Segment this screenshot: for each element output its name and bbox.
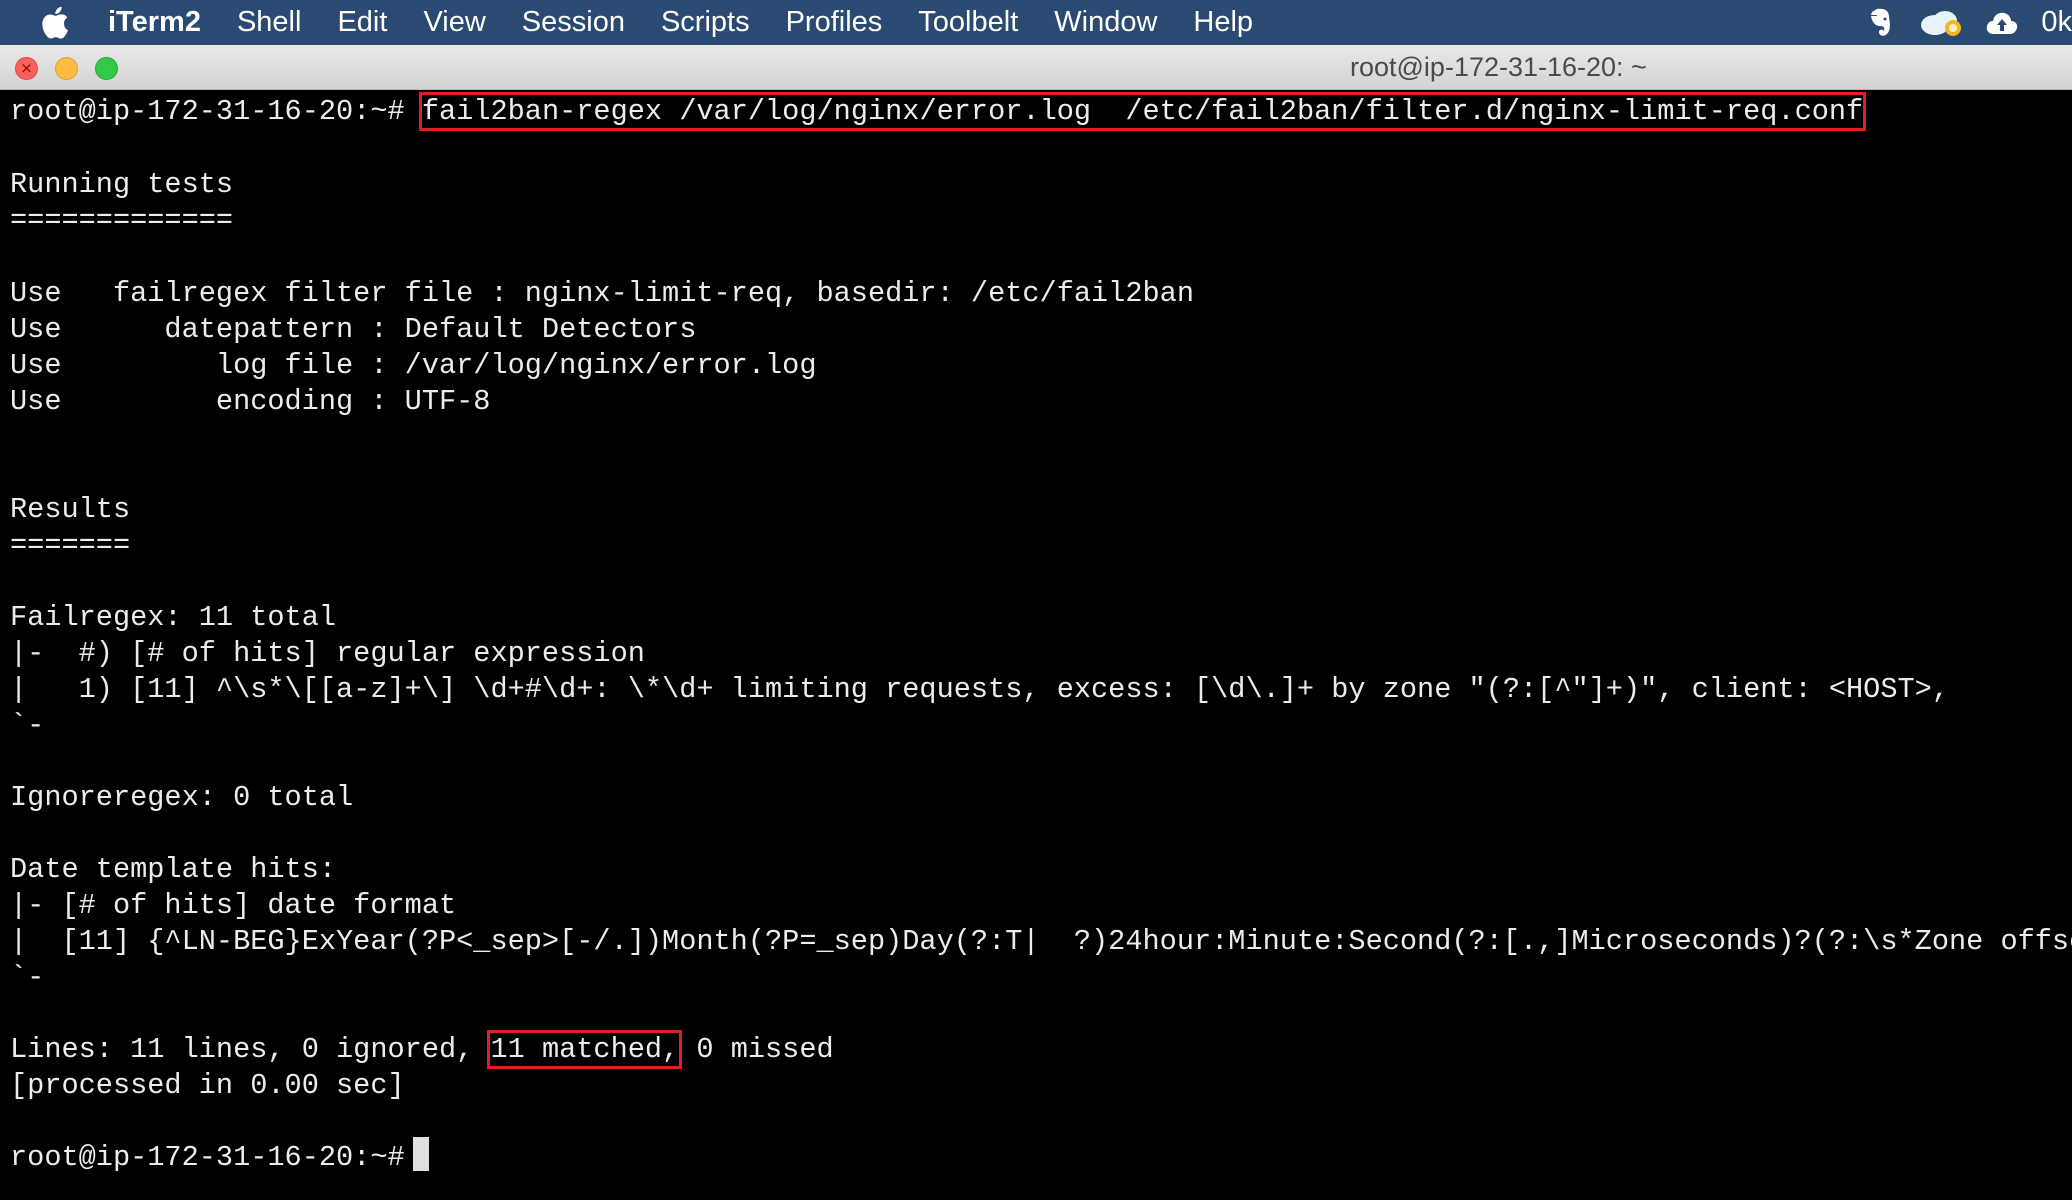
prompt: root@ip-172-31-16-20:~# xyxy=(10,95,405,128)
cloud-weather-icon[interactable] xyxy=(1919,8,1963,38)
cloud-upload-icon[interactable] xyxy=(1985,8,2019,38)
menu-window[interactable]: Window xyxy=(1054,6,1157,39)
highlighted-matched: 11 matched, xyxy=(487,1030,683,1069)
use-line-encoding: Use encoding : UTF-8 xyxy=(10,385,491,418)
maximize-window-button[interactable] xyxy=(95,57,118,80)
results-heading: Results xyxy=(10,493,131,526)
date-template-hits: Date template hits: xyxy=(10,853,337,886)
use-line-logfile: Use log file : /var/log/nginx/error.log xyxy=(10,349,817,382)
lines-prefix: Lines: 11 lines, 0 ignored, xyxy=(10,1033,474,1066)
command-line: root@ip-172-31-16-20:~# fail2ban-regex /… xyxy=(10,92,1867,131)
failregex-end: `- xyxy=(10,709,45,742)
window-title-bar[interactable]: × root@ip-172-31-16-20: ~ xyxy=(0,45,2072,90)
failregex-row: | 1) [11] ^\s*\[[a-z]+\] \d+#\d+: \*\d+ … xyxy=(10,673,1949,706)
failregex-total: Failregex: 11 total xyxy=(10,601,337,634)
text-cursor xyxy=(412,1137,429,1172)
menu-profiles[interactable]: Profiles xyxy=(786,6,883,39)
menu-toolbelt[interactable]: Toolbelt xyxy=(918,6,1018,39)
date-row: | [11] {^LN-BEG}ExYear(?P<_sep>[-/.])Mon… xyxy=(10,925,2072,958)
final-prompt: root@ip-172-31-16-20:~# xyxy=(10,1141,405,1174)
apple-icon[interactable] xyxy=(40,6,70,40)
running-tests-heading: Running tests xyxy=(10,168,234,201)
highlighted-command: fail2ban-regex /var/log/nginx/error.log … xyxy=(418,92,1867,131)
status-tray: 0k xyxy=(1863,0,2072,45)
final-prompt-line[interactable]: root@ip-172-31-16-20:~# xyxy=(10,1137,429,1176)
date-end: `- xyxy=(10,961,45,994)
lines-summary: Lines: 11 lines, 0 ignored, 11 matched, … xyxy=(10,1030,834,1069)
failregex-header: |- #) [# of hits] regular expression xyxy=(10,637,645,670)
window-title: root@ip-172-31-16-20: ~ xyxy=(1350,52,1647,82)
lines-suffix: 0 missed xyxy=(696,1033,834,1066)
menu-shell[interactable]: Shell xyxy=(237,6,302,39)
minimize-window-button[interactable] xyxy=(55,57,78,80)
menu-app-name[interactable]: iTerm2 xyxy=(108,6,201,39)
evernote-icon[interactable] xyxy=(1863,8,1897,38)
processed-time: [processed in 0.00 sec] xyxy=(10,1069,405,1102)
results-rule: ======= xyxy=(10,529,131,562)
date-header: |- [# of hits] date format xyxy=(10,889,457,922)
ignoreregex-total: Ignoreregex: 0 total xyxy=(10,781,354,814)
running-tests-rule: ============= xyxy=(10,204,234,237)
menu-view[interactable]: View xyxy=(423,6,485,39)
menu-session[interactable]: Session xyxy=(522,6,625,39)
close-window-button[interactable]: × xyxy=(15,57,38,80)
use-line-filter: Use failregex filter file : nginx-limit-… xyxy=(10,277,1194,310)
menu-help[interactable]: Help xyxy=(1193,6,1253,39)
terminal-output[interactable]: root@ip-172-31-16-20:~# fail2ban-regex /… xyxy=(0,90,2072,1200)
tray-status-text[interactable]: 0k xyxy=(2041,6,2072,39)
menu-edit[interactable]: Edit xyxy=(337,6,387,39)
use-line-datepattern: Use datepattern : Default Detectors xyxy=(10,313,697,346)
menu-scripts[interactable]: Scripts xyxy=(661,6,750,39)
menu-bar: iTerm2 Shell Edit View Session Scripts P… xyxy=(0,0,2072,45)
close-icon: × xyxy=(20,59,33,77)
